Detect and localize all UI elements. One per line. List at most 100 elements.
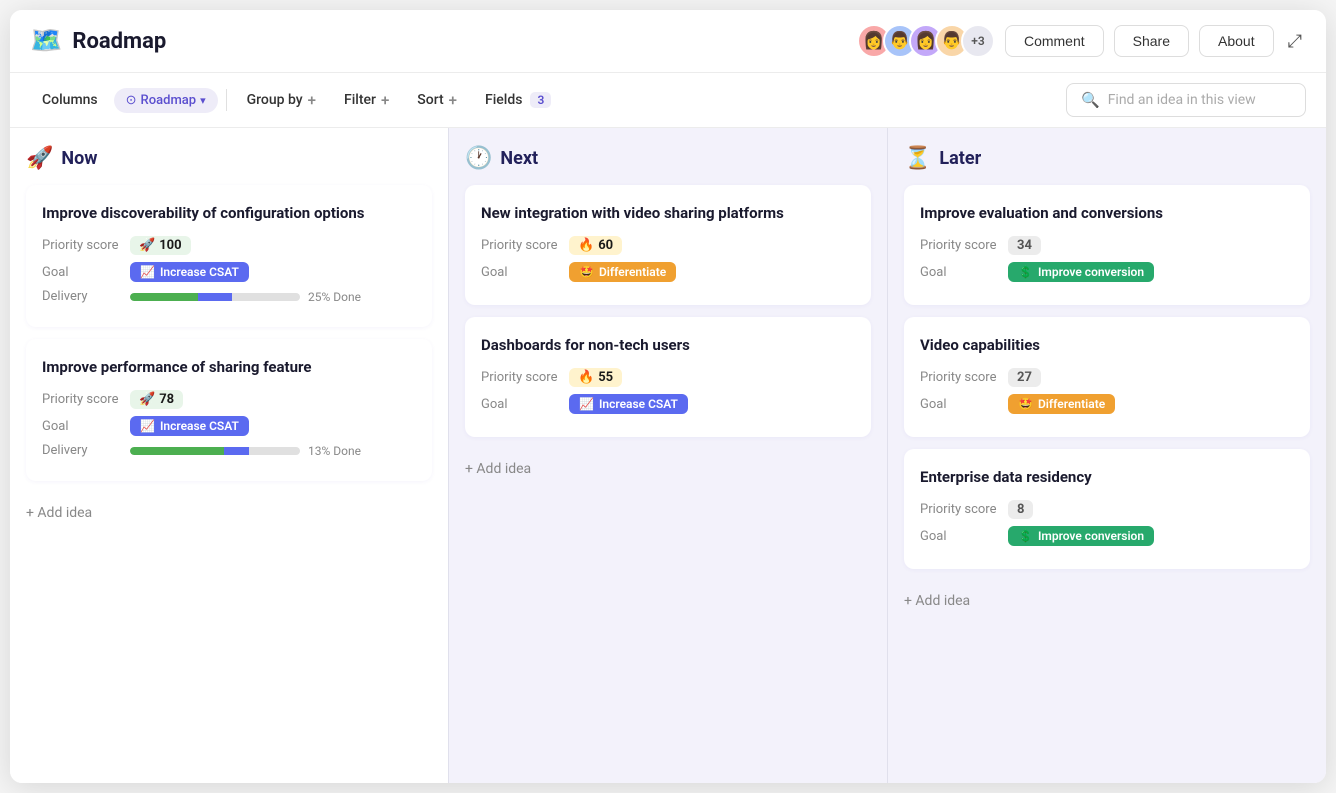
search-box[interactable]: 🔍 Find an idea in this view <box>1066 83 1306 117</box>
sort-label: Sort <box>417 92 443 108</box>
avatar-overflow[interactable]: +3 <box>961 24 995 58</box>
columns-label: Columns <box>42 92 98 108</box>
card-5-goal-emoji: 💲 <box>1018 265 1033 279</box>
card-1-bar-blue <box>198 293 232 301</box>
check-icon: ⊙ <box>126 93 137 108</box>
priority-label-4: Priority score <box>481 370 561 385</box>
card-5-score-badge: 34 <box>1008 236 1041 255</box>
now-title: Now <box>61 148 97 169</box>
card-5-goal-badge: 💲 Improve conversion <box>1008 262 1154 282</box>
card-6-goal-badge: 🤩 Differentiate <box>1008 394 1115 414</box>
later-title: Later <box>939 148 981 169</box>
card-5[interactable]: Improve evaluation and conversions Prior… <box>904 185 1310 305</box>
goal-label-7: Goal <box>920 529 1000 544</box>
card-1-goal-emoji: 📈 <box>140 265 155 279</box>
goal-label-5: Goal <box>920 265 1000 280</box>
card-5-goal: Goal 💲 Improve conversion <box>920 262 1294 282</box>
card-7[interactable]: Enterprise data residency Priority score… <box>904 449 1310 569</box>
header-right: 👩 👨 👩 👨 +3 Comment Share About ⤢ <box>857 24 1306 58</box>
toolbar-divider-1 <box>226 89 227 111</box>
next-add-idea[interactable]: + Add idea <box>465 457 871 481</box>
card-4-score-value: 55 <box>598 370 613 385</box>
search-icon: 🔍 <box>1081 91 1100 109</box>
card-2[interactable]: Improve performance of sharing feature P… <box>26 339 432 481</box>
delivery-label-1: Delivery <box>42 289 122 304</box>
card-4-goal-badge: 📈 Increase CSAT <box>569 394 688 414</box>
now-emoji: 🚀 <box>26 146 53 171</box>
card-1-bar-green <box>130 293 198 301</box>
card-1[interactable]: Improve discoverability of configuration… <box>26 185 432 327</box>
column-next: 🕐 Next New integration with video sharin… <box>449 128 887 783</box>
toolbar-right: 🔍 Find an idea in this view <box>1066 83 1306 117</box>
card-3-goal-label: Differentiate <box>599 265 666 279</box>
app-icon: 🗺️ <box>30 26 62 56</box>
goal-label-1: Goal <box>42 265 122 280</box>
later-add-idea[interactable]: + Add idea <box>904 589 1310 613</box>
card-1-delivery-pct: 25% Done <box>308 290 361 304</box>
now-add-idea[interactable]: + Add idea <box>26 501 432 525</box>
group-by-button[interactable]: Group by + <box>235 85 328 115</box>
card-7-goal-label: Improve conversion <box>1038 529 1144 543</box>
card-5-priority: Priority score 34 <box>920 236 1294 255</box>
card-6-goal-emoji: 🤩 <box>1018 397 1033 411</box>
fields-button[interactable]: Fields 3 <box>473 86 563 114</box>
card-4-goal-label: Increase CSAT <box>599 397 678 411</box>
filter-label: Filter <box>344 92 376 108</box>
card-2-goal-label: Increase CSAT <box>160 419 239 433</box>
app-window: 🗺️ Roadmap 👩 👨 👩 👨 +3 Comment Sha <box>10 10 1326 783</box>
card-1-goal-badge: 📈 Increase CSAT <box>130 262 249 282</box>
card-2-delivery-bar-container: 13% Done <box>130 444 361 458</box>
card-2-score-emoji: 🚀 <box>139 392 155 407</box>
card-2-priority: Priority score 🚀 78 <box>42 390 416 409</box>
column-later: ⏳ Later Improve evaluation and conversio… <box>888 128 1326 783</box>
card-2-delivery-bar <box>130 447 300 455</box>
priority-label-7: Priority score <box>920 502 1000 517</box>
card-7-goal-badge: 💲 Improve conversion <box>1008 526 1154 546</box>
card-2-title: Improve performance of sharing feature <box>42 357 416 378</box>
plus-icon-sort: + <box>449 91 457 109</box>
header-left: 🗺️ Roadmap <box>30 26 166 56</box>
card-7-priority: Priority score 8 <box>920 500 1294 519</box>
avatars-group: 👩 👨 👩 👨 +3 <box>857 24 995 58</box>
card-4-score-emoji: 🔥 <box>578 370 594 385</box>
card-4-title: Dashboards for non-tech users <box>481 335 855 356</box>
card-3-goal-badge: 🤩 Differentiate <box>569 262 676 282</box>
filter-button[interactable]: Filter + <box>332 85 401 115</box>
card-4[interactable]: Dashboards for non-tech users Priority s… <box>465 317 871 437</box>
card-2-delivery-pct: 13% Done <box>308 444 361 458</box>
share-button[interactable]: Share <box>1114 25 1189 57</box>
card-1-delivery-bar <box>130 293 300 301</box>
expand-button[interactable]: ⤢ <box>1284 27 1306 56</box>
roadmap-label: Roadmap <box>141 93 197 108</box>
card-1-score-badge: 🚀 100 <box>130 236 191 255</box>
column-now: 🚀 Now Improve discoverability of configu… <box>10 128 448 783</box>
priority-label: Priority score <box>42 238 122 253</box>
board: 🚀 Now Improve discoverability of configu… <box>10 128 1326 783</box>
card-7-goal: Goal 💲 Improve conversion <box>920 526 1294 546</box>
card-2-bar-green <box>130 447 224 455</box>
search-placeholder: Find an idea in this view <box>1108 92 1256 108</box>
card-1-score-emoji: 🚀 <box>139 238 155 253</box>
card-4-score-badge: 🔥 55 <box>569 368 622 387</box>
card-4-goal: Goal 📈 Increase CSAT <box>481 394 855 414</box>
card-6-goal-label: Differentiate <box>1038 397 1105 411</box>
card-3-title: New integration with video sharing platf… <box>481 203 855 224</box>
chevron-down-icon: ▾ <box>200 94 206 107</box>
header: 🗺️ Roadmap 👩 👨 👩 👨 +3 Comment Sha <box>10 10 1326 73</box>
card-3[interactable]: New integration with video sharing platf… <box>465 185 871 305</box>
goal-label-6: Goal <box>920 397 1000 412</box>
about-button[interactable]: About <box>1199 25 1274 57</box>
columns-button[interactable]: Columns <box>30 86 110 114</box>
card-7-score-value: 8 <box>1017 502 1024 517</box>
sort-button[interactable]: Sort + <box>405 85 469 115</box>
card-6[interactable]: Video capabilities Priority score 27 Goa… <box>904 317 1310 437</box>
delivery-label-2: Delivery <box>42 443 122 458</box>
card-1-goal: Goal 📈 Increase CSAT <box>42 262 416 282</box>
card-1-title: Improve discoverability of configuration… <box>42 203 416 224</box>
roadmap-selector[interactable]: ⊙ Roadmap ▾ <box>114 88 218 113</box>
card-4-goal-emoji: 📈 <box>579 397 594 411</box>
later-emoji: ⏳ <box>904 146 931 171</box>
comment-button[interactable]: Comment <box>1005 25 1104 57</box>
fields-count-badge: 3 <box>530 92 551 108</box>
card-7-title: Enterprise data residency <box>920 467 1294 488</box>
